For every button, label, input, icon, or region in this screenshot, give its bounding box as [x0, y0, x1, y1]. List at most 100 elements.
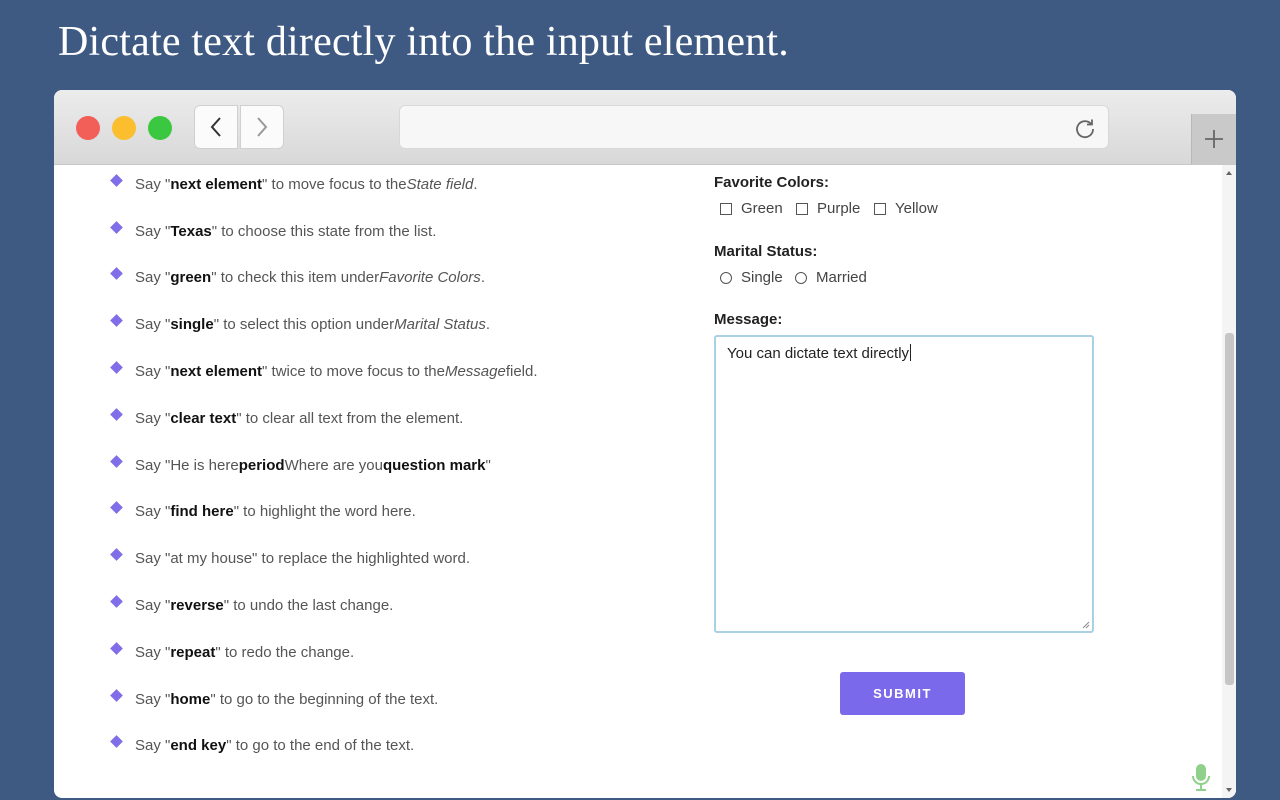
command-text-pre: Say "at my house" to replace the highlig… [135, 550, 471, 568]
vertical-scrollbar[interactable] [1222, 165, 1236, 798]
command-text-post: " to select this option under [213, 316, 395, 334]
browser-window: Say " next element " to move focus to the … [54, 90, 1236, 798]
list-item: Say " end key " to go to the end of the te… [106, 723, 538, 770]
command-text-pre: Say " [135, 222, 171, 240]
checkbox-label: Green [741, 200, 783, 217]
diamond-bullet-icon [110, 174, 123, 187]
diamond-bullet-icon [110, 220, 123, 234]
list-item: Say "He is here period Where are you que… [106, 442, 538, 489]
resize-grip-icon[interactable] [1082, 621, 1090, 629]
command-text-pre: Say " [135, 737, 171, 755]
reload-icon[interactable] [1072, 115, 1098, 141]
checkbox-box[interactable] [720, 202, 732, 215]
checkbox-box[interactable] [796, 202, 808, 215]
scrollbar-thumb[interactable] [1225, 333, 1234, 685]
list-item: Say " home " to go to the beginning of the… [106, 676, 538, 723]
command-text-bold2: question mark [382, 456, 486, 474]
command-text-bold: repeat [170, 643, 216, 661]
command-text-bold: green [170, 269, 212, 287]
command-text-pre: Say " [135, 690, 171, 708]
checkbox-purple[interactable]: Purple [796, 200, 860, 217]
maximize-window-button[interactable] [148, 116, 172, 140]
command-text-tail: . [473, 175, 478, 193]
page-headline: Dictate text directly into the input ele… [58, 19, 789, 65]
list-item: Say " Texas " to choose this state from th… [106, 208, 538, 255]
checkbox-label: Yellow [895, 200, 938, 217]
command-text-post: " to highlight the word here. [233, 503, 416, 521]
checkbox-label: Purple [817, 200, 861, 217]
command-text-bold: home [170, 690, 211, 708]
new-tab-button[interactable] [1191, 114, 1236, 164]
chevron-left-icon [210, 117, 221, 137]
command-text-tail: field. [505, 363, 538, 381]
list-item: Say " repeat " to redo the change. [106, 629, 538, 676]
radio-label: Married [816, 269, 867, 286]
microphone-icon[interactable] [1190, 762, 1212, 792]
command-text-post: " to choose this state from the list. [211, 222, 437, 240]
diamond-bullet-icon [110, 408, 123, 421]
radio-circle[interactable] [795, 271, 807, 284]
command-text-post: " to undo the last change. [223, 597, 394, 615]
diamond-bullet-icon [110, 361, 123, 374]
command-text-bold: Texas [170, 222, 212, 240]
command-text-bold: clear text [170, 409, 237, 427]
chevron-right-icon [257, 117, 268, 137]
command-text-pre: Say " [135, 597, 171, 615]
minimize-window-button[interactable] [112, 116, 136, 140]
voice-command-list: Say " next element " to move focus to the … [106, 165, 538, 769]
checkbox-yellow[interactable]: Yellow [874, 200, 938, 217]
command-text-pre: Say " [135, 316, 171, 334]
list-item: Say " reverse " to undo the last change. [106, 582, 538, 629]
text-caret [910, 344, 912, 361]
command-text-post: Where are you [284, 456, 383, 474]
list-item: Say "at my house" to replace the highlig… [106, 535, 538, 582]
command-text-pre: Say "He is here [135, 456, 239, 474]
marital-status-label: Marital Status: [714, 243, 818, 260]
command-text-bold: end key [170, 737, 227, 755]
list-item: Say " find here " to highlight the word he… [106, 489, 538, 536]
radio-single[interactable]: Single [720, 269, 783, 286]
command-text-post: " to go to the beginning of the text. [210, 690, 439, 708]
radio-married[interactable]: Married [795, 269, 867, 286]
command-text-bold: find here [170, 503, 234, 521]
list-item: Say " next element " twice to move focus t… [106, 348, 538, 395]
forward-button[interactable] [240, 105, 284, 149]
command-text-post: " to redo the change. [215, 643, 355, 661]
scroll-down-arrow-icon[interactable] [1226, 788, 1232, 792]
diamond-bullet-icon [110, 548, 123, 562]
command-text-em: Message [444, 363, 506, 381]
command-text-pre: Say " [135, 643, 171, 661]
list-item: Say " single " to select this option under… [106, 301, 538, 348]
diamond-bullet-icon [110, 501, 123, 515]
command-text-bold: next element [170, 363, 263, 381]
submit-button[interactable]: SUBMIT [840, 672, 965, 715]
page-content: Say " next element " to move focus to the … [54, 165, 1236, 798]
close-window-button[interactable] [76, 116, 100, 140]
diamond-bullet-icon [110, 314, 123, 328]
diamond-bullet-icon [110, 267, 123, 281]
command-text-bold: single [170, 316, 214, 334]
command-text-pre: Say " [135, 503, 171, 521]
command-text-pre: Say " [135, 175, 171, 193]
scroll-up-arrow-icon[interactable] [1226, 171, 1232, 175]
list-item: Say " next element " to move focus to the … [106, 165, 538, 208]
list-item: Say " green " to check this item under Fav… [106, 255, 538, 302]
diamond-bullet-icon [110, 735, 123, 749]
command-text-post: " to go to the end of the text. [226, 737, 415, 755]
address-bar[interactable] [399, 105, 1109, 149]
message-textarea[interactable]: You can dictate text directly [714, 335, 1094, 633]
command-text-em: Marital Status [394, 316, 486, 334]
list-item: Say " clear text " to clear all text from … [106, 395, 538, 442]
command-text-pre: Say " [135, 363, 171, 381]
command-text-bold: reverse [170, 597, 224, 615]
checkbox-green[interactable]: Green [720, 200, 783, 217]
command-text-pre: Say " [135, 409, 171, 427]
diamond-bullet-icon [110, 454, 123, 468]
command-text-post: " twice to move focus to the [262, 363, 445, 381]
back-button[interactable] [194, 105, 238, 149]
checkbox-box[interactable] [874, 202, 886, 215]
command-text-bold: next element [170, 175, 263, 193]
command-text-post: " to clear all text from the element. [236, 409, 464, 427]
radio-circle[interactable] [720, 271, 732, 284]
plus-icon [1205, 130, 1223, 148]
